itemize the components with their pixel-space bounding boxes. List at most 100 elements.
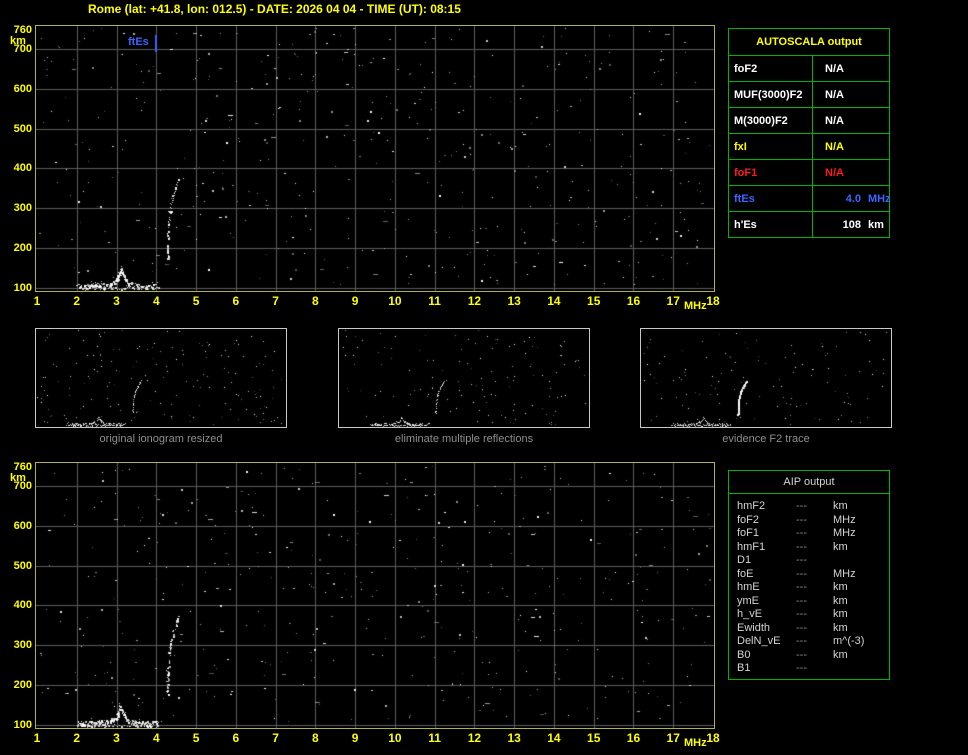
autoscala-value-unit: km [868,218,884,231]
x-tick-label: 7 [272,731,279,745]
y-tick-label: 200 [13,242,32,255]
aip-row-foF1: foF1 --- MHz [729,527,889,541]
x-tick-label: 16 [626,731,641,745]
aip-table-body: hmF2 --- km foF2 --- MHz foF1 --- MHz hmF1 --- km D1… [729,494,889,676]
aip-row-hmF2: hmF2 --- km [729,500,889,514]
ionogram-main-plot: ftEs [35,25,715,292]
aip-unit-label [833,662,889,676]
aip-param-label: foF1 [737,527,760,539]
x-tick-label: 18 [706,731,720,745]
x-tick-label: 13 [507,294,521,308]
x-tick-label: 12 [467,294,482,308]
y-tick-label: 760 [13,24,32,36]
aip-row-B0: B0 --- km [729,649,889,663]
autoscala-window: Rome (lat: +41.8, lon: 012.5) - DATE: 20… [0,0,968,755]
autoscala-row-foF2: foF2 N/A [729,55,889,81]
x-tick-label: 6 [232,294,240,308]
autoscala-value-number: 4.0 [845,192,861,205]
x-tick-label: 18 [706,294,720,308]
y-tick-label: 100 [13,282,32,294]
x-tick-label: 17 [666,731,680,745]
aip-param-label: hmF2 [737,500,766,512]
y-tick-label: 200 [13,679,32,692]
x-tick-label: 3 [113,731,120,745]
x-tick-label: 3 [113,294,120,308]
y-tick-label: 400 [13,162,32,175]
x-tick-label: 4 [152,731,160,745]
aip-unit-label: km [833,500,848,512]
aip-row-foE: foE --- MHz [729,568,889,582]
x-tick-label: 14 [547,294,561,308]
aip-value: --- [796,527,807,539]
y-tick-label: 500 [13,559,32,572]
aip-value: --- [796,513,807,526]
aip-value: --- [796,635,807,647]
x-tick-label: 10 [388,294,402,308]
aip-row-DelN_vE: DelN_vE --- m^(-3) [729,635,889,649]
aip-value: --- [796,648,807,661]
aip-param-label: h_vE [737,608,763,620]
aip-param-label: Ewidth [737,621,771,634]
aip-param-label: ymE [737,594,759,607]
autoscala-value-text: N/A [825,114,844,127]
x-tick-label: 11 [428,294,441,308]
x-tick-label: 11 [428,731,441,745]
autoscala-table-header: AUTOSCALA output [756,36,862,48]
ionogram-processed-plot [35,462,715,729]
thumbnail-evidence-label: evidence F2 trace [722,433,810,445]
aip-value: --- [796,540,807,553]
x-tick-label: 9 [351,294,359,308]
x-axis-unit-main: MHz [684,300,707,312]
x-tick-label: 8 [312,731,319,745]
autoscala-row-h'Es: h'Es 108 km [729,211,889,237]
x-tick-label: 4 [152,294,160,308]
aip-param-label: foF2 [737,513,760,526]
aip-unit-label: m^(-3) [833,635,865,647]
y-tick-label: 300 [13,639,32,652]
autoscala-value-text: N/A [825,62,844,75]
autoscala-value-text: N/A [825,166,844,179]
aip-unit-label: km [833,648,848,661]
aip-value: --- [796,554,807,566]
y-tick-label: 500 [13,122,32,135]
autoscala-param-label: M(3000)F2 [729,108,813,133]
autoscala-param-label: fxI [729,134,813,159]
autoscala-row-ftEs: ftEs 4.0 MHz [729,185,891,211]
aip-row-hmE: hmE --- km [729,581,889,595]
x-tick-label: 5 [192,294,200,308]
y-tick-label: 760 [13,461,32,473]
x-tick-label: 14 [547,731,561,745]
autoscala-value: N/A [813,108,889,133]
autoscala-param-label: MUF(3000)F2 [729,82,813,107]
ionogram-processed-canvas [36,463,714,728]
aip-param-label: DelN_vE [737,635,781,647]
aip-value: --- [796,594,807,607]
autoscala-param-label: foF2 [729,56,813,81]
y-tick-label: 400 [13,599,32,612]
autoscala-value: N/A [813,134,889,159]
aip-table-header: AIP output [729,471,889,494]
aip-unit-label: km [833,540,848,553]
x-tick-label: 10 [388,731,402,745]
x-axis-unit-processed: MHz [684,737,707,749]
thumbnail-original [35,328,287,428]
aip-row-hmF1: hmF1 --- km [729,541,889,555]
aip-unit-label: MHz [833,567,856,580]
autoscala-param-label: ftEs [729,186,813,211]
aip-row-ymE: ymE --- km [729,595,889,609]
x-tick-label: 2 [73,731,81,745]
autoscala-value-text: N/A [825,88,844,101]
aip-row-Ewidth: Ewidth --- km [729,622,889,636]
autoscala-table-body: foF2 N/A MUF(3000)F2 N/A M(3000)F2 N/A fxI N/A f… [729,55,891,237]
aip-unit-label: km [833,581,848,593]
x-tick-label: 1 [33,294,41,308]
x-tick-label: 12 [467,731,482,745]
aip-value: --- [796,608,807,620]
autoscala-value: N/A [813,82,889,107]
aip-param-label: B1 [737,662,751,674]
x-tick-label: 5 [192,731,200,745]
aip-param-label: hmE [737,581,760,593]
thumbnail-original-label: original ionogram resized [99,433,223,445]
x-tick-label: 1 [33,731,41,745]
aip-unit-label: MHz [833,513,856,526]
